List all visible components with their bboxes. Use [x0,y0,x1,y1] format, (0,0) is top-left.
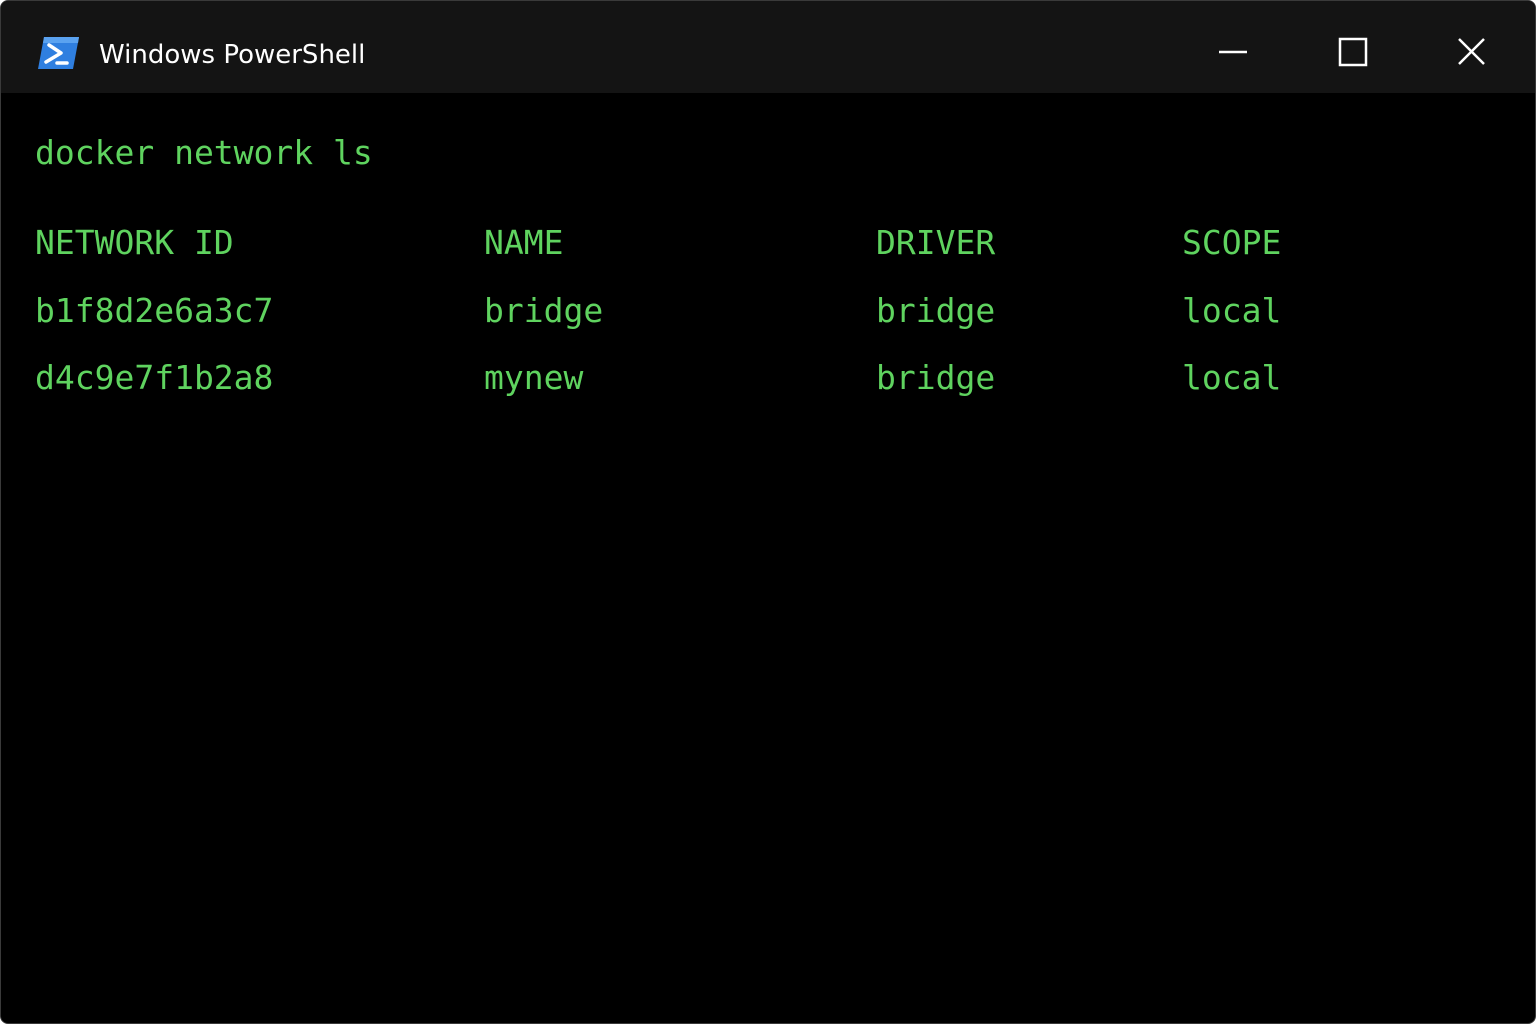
terminal-output[interactable]: docker network ls NETWORK ID NAME DRIVER… [35,93,1505,993]
row-2-scope: local [1182,358,1282,397]
powershell-icon [38,37,79,69]
row-1-name: bridge [484,291,604,330]
close-icon[interactable] [1446,27,1496,77]
header-name: NAME [484,223,564,262]
header-scope: SCOPE [1182,223,1282,262]
minimize-icon[interactable] [1208,27,1258,77]
header-driver: DRIVER [876,223,996,262]
header-network-id: NETWORK ID [35,223,234,262]
row-1-scope: local [1182,291,1282,330]
row-2-driver: bridge [876,358,996,397]
row-1-driver: bridge [876,291,996,330]
title-bar[interactable]: Windows PowerShell [1,1,1535,93]
row-1-network-id: b1f8d2e6a3c7 [35,291,274,330]
row-2-name: mynew [484,358,584,397]
command-line: docker network ls [35,133,373,172]
maximize-icon[interactable] [1327,27,1377,77]
window-title: Windows PowerShell [99,40,366,70]
row-2-network-id: d4c9e7f1b2a8 [35,358,274,397]
powershell-window: Windows PowerShell docker network ls NET… [0,0,1536,1024]
